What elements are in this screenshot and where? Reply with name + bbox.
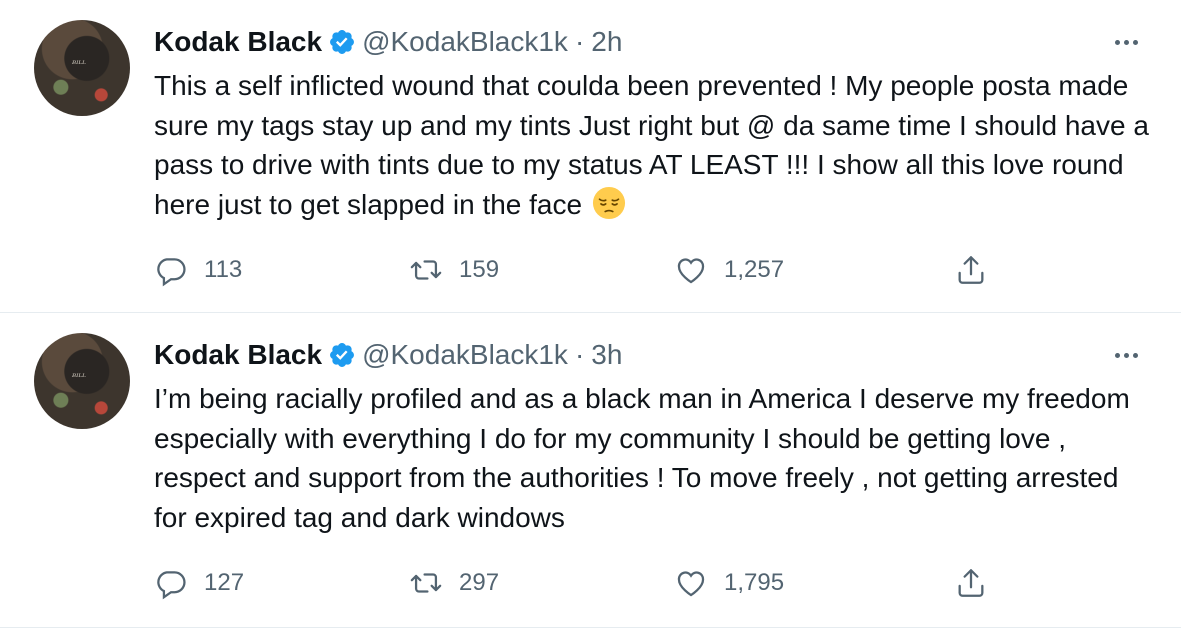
reply-count: 113 xyxy=(204,256,243,283)
tweet-text: This a self inflicted wound that coulda … xyxy=(154,66,1154,224)
separator-dot: · xyxy=(574,26,585,57)
tweet-actions: 113 159 1,257 xyxy=(154,250,1014,290)
tweet-text-content: This a self inflicted wound that coulda … xyxy=(154,70,1149,220)
more-icon[interactable] xyxy=(1109,341,1143,369)
share-icon xyxy=(958,569,984,597)
reply-count: 127 xyxy=(204,569,245,596)
verified-badge-icon xyxy=(330,30,355,54)
like-icon xyxy=(677,258,705,284)
separator-dot: · xyxy=(574,339,585,370)
like-button[interactable]: 1,257 xyxy=(674,250,784,290)
more-icon[interactable] xyxy=(1109,28,1143,56)
like-count: 1,795 xyxy=(724,569,785,596)
like-count: 1,257 xyxy=(724,256,785,283)
share-button[interactable] xyxy=(954,250,988,290)
tweet-text-content: I’m being racially profiled and as a bla… xyxy=(154,383,1130,533)
retweet-count: 297 xyxy=(459,569,500,596)
avatar[interactable]: ᴮᴵᴸᴸ xyxy=(34,333,130,429)
tweet-text: I’m being racially profiled and as a bla… xyxy=(154,379,1154,537)
handle[interactable]: @KodakBlack1k xyxy=(362,24,568,60)
tweet-feed: ᴮᴵᴸᴸ Kodak Black @KodakBlack1k · 2h This… xyxy=(0,0,1181,628)
reply-icon xyxy=(157,571,186,600)
tweet-actions: 127 297 1,795 xyxy=(154,563,1014,603)
like-button[interactable]: 1,795 xyxy=(674,563,784,603)
verified-badge-icon xyxy=(330,343,355,367)
avatar[interactable]: ᴮᴵᴸᴸ xyxy=(34,20,130,116)
timestamp[interactable]: 3h xyxy=(591,337,622,373)
retweet-icon xyxy=(410,573,442,593)
retweet-icon xyxy=(410,260,442,280)
pensive-face-icon xyxy=(592,186,625,219)
tweet[interactable]: ᴮᴵᴸᴸ Kodak Black @KodakBlack1k · 3h I’m … xyxy=(0,313,1181,628)
display-name[interactable]: Kodak Black xyxy=(154,337,322,373)
reply-button[interactable]: 113 xyxy=(154,250,242,290)
tweet-header: Kodak Black @KodakBlack1k · 2h xyxy=(154,24,622,60)
share-button[interactable] xyxy=(954,563,988,603)
reply-button[interactable]: 127 xyxy=(154,563,244,603)
share-icon xyxy=(958,256,984,284)
handle[interactable]: @KodakBlack1k xyxy=(362,337,568,373)
like-icon xyxy=(677,571,705,597)
display-name[interactable]: Kodak Black xyxy=(154,24,322,60)
timestamp[interactable]: 2h xyxy=(591,24,622,60)
retweet-count: 159 xyxy=(459,256,500,283)
tweet[interactable]: ᴮᴵᴸᴸ Kodak Black @KodakBlack1k · 2h This… xyxy=(0,0,1181,313)
retweet-button[interactable]: 159 xyxy=(409,250,499,290)
tweet-header: Kodak Black @KodakBlack1k · 3h xyxy=(154,337,622,373)
reply-icon xyxy=(157,258,186,287)
retweet-button[interactable]: 297 xyxy=(409,563,499,603)
